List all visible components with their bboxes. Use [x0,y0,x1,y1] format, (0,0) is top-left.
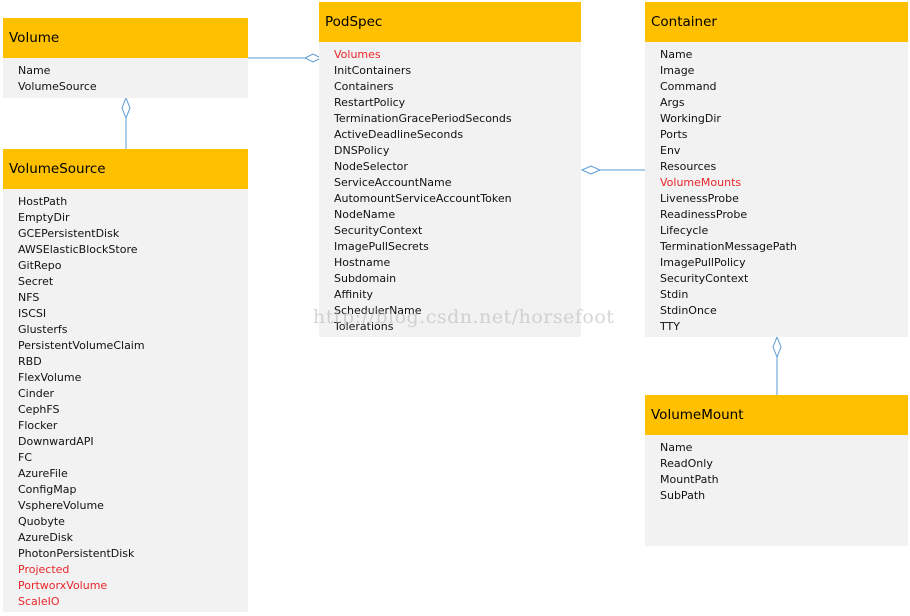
field-list: HostPath EmptyDir GCEPersistentDisk AWSElas… [3,189,248,612]
class-title: VolumeSource [3,149,248,189]
field-name: Name [18,64,51,77]
field-nodename: NodeName [334,208,396,221]
field-quobyte: Quobyte [18,515,65,528]
field-list: Volumes InitContainers Containers RestartPo… [319,42,581,337]
field-resources: Resources [660,160,717,173]
field-iscsi: ISCSI [18,307,47,320]
field-azurefile: AzureFile [18,467,68,480]
field-flocker: Flocker [18,419,58,432]
field-downwardapi: DownwardAPI [18,435,94,448]
aggregation-diamond-icon [772,335,782,359]
field-readinessprobe: ReadinessProbe [660,208,748,221]
field-env: Env [660,144,681,157]
class-title: PodSpec [319,2,581,42]
field-flexvolume: FlexVolume [18,371,82,384]
field-imagepullpolicy: ImagePullPolicy [660,256,746,269]
field-args: Args [660,96,685,109]
field-secret: Secret [18,275,54,288]
field-name: Name [660,48,693,61]
field-command: Command [660,80,717,93]
field-terminationgraceperiodseconds: TerminationGracePeriodSeconds [334,112,512,125]
field-securitycontext: SecurityContext [334,224,423,237]
field-securitycontext: SecurityContext [660,272,749,285]
field-nodeselector: NodeSelector [334,160,408,173]
volume-mount-class: VolumeMount Name ReadOnly MountPath SubPath [645,395,908,546]
field-name: Name [660,441,693,454]
field-scaleio: ScaleIO [18,595,60,608]
field-tolerations: Tolerations [334,320,394,333]
field-configmap: ConfigMap [18,483,77,496]
field-restartpolicy: RestartPolicy [334,96,406,109]
field-stdinonce: StdinOnce [660,304,717,317]
field-readonly: ReadOnly [660,457,713,470]
field-schedulername: SchedulerName [334,304,422,317]
field-image: Image [660,64,695,77]
pod-spec-class: PodSpec Volumes InitContainers Containers R… [319,2,581,337]
field-subpath: SubPath [660,489,706,502]
field-list: Name Image Command Args WorkingDir Ports Env Re… [645,42,908,337]
field-nfs: NFS [18,291,40,304]
field-persistentvolumeclaim: PersistentVolumeClaim [18,339,145,352]
field-volumesource: VolumeSource [18,80,97,93]
class-title: Volume [3,18,248,58]
volume-class: Volume Name VolumeSource [3,18,248,98]
aggregation-diamond-icon [580,165,602,175]
field-livenessprobe: LivenessProbe [660,192,739,205]
field-serviceaccountname: ServiceAccountName [334,176,452,189]
field-cephfs: CephFS [18,403,60,416]
field-hostpath: HostPath [18,195,68,208]
field-fc: FC [18,451,33,464]
field-list: Name ReadOnly MountPath SubPath [645,435,908,546]
field-gcepersistentdisk: GCEPersistentDisk [18,227,120,240]
field-gitrepo: GitRepo [18,259,62,272]
field-terminationmessagepath: TerminationMessagePath [660,240,797,253]
field-hostname: Hostname [334,256,391,269]
field-workingdir: WorkingDir [660,112,721,125]
field-rbd: RBD [18,355,42,368]
field-containers: Containers [334,80,394,93]
class-title: VolumeMount [645,395,908,435]
field-photonpersistentdisk: PhotonPersistentDisk [18,547,135,560]
field-tty: TTY [660,320,680,333]
field-mountpath: MountPath [660,473,719,486]
field-stdin: Stdin [660,288,689,301]
field-volumes: Volumes [334,48,381,61]
field-ports: Ports [660,128,688,141]
field-affinity: Affinity [334,288,374,301]
container-class: Container Name Image Command Args WorkingDir… [645,2,908,337]
field-lifecycle: Lifecycle [660,224,709,237]
field-automountserviceaccounttoken: AutomountServiceAccountToken [334,192,512,205]
volume-source-class: VolumeSource HostPath EmptyDir GCEPersiste… [3,149,248,612]
field-activedeadlineseconds: ActiveDeadlineSeconds [334,128,464,141]
field-subdomain: Subdomain [334,272,397,285]
field-projected: Projected [18,563,70,576]
field-volumemounts: VolumeMounts [660,176,742,189]
class-title: Container [645,2,908,42]
field-cinder: Cinder [18,387,54,400]
field-azuredisk: AzureDisk [18,531,73,544]
field-glusterfs: Glusterfs [18,323,68,336]
field-imagepullsecrets: ImagePullSecrets [334,240,429,253]
field-dnspolicy: DNSPolicy [334,144,390,157]
field-emptydir: EmptyDir [18,211,70,224]
field-awselasticblockstore: AWSElasticBlockStore [18,243,138,256]
aggregation-diamond-icon [121,96,131,120]
field-portworxvolume: PortworxVolume [18,579,108,592]
field-vspherevolume: VsphereVolume [18,499,104,512]
field-initcontainers: InitContainers [334,64,412,77]
field-list: Name VolumeSource [3,58,248,98]
